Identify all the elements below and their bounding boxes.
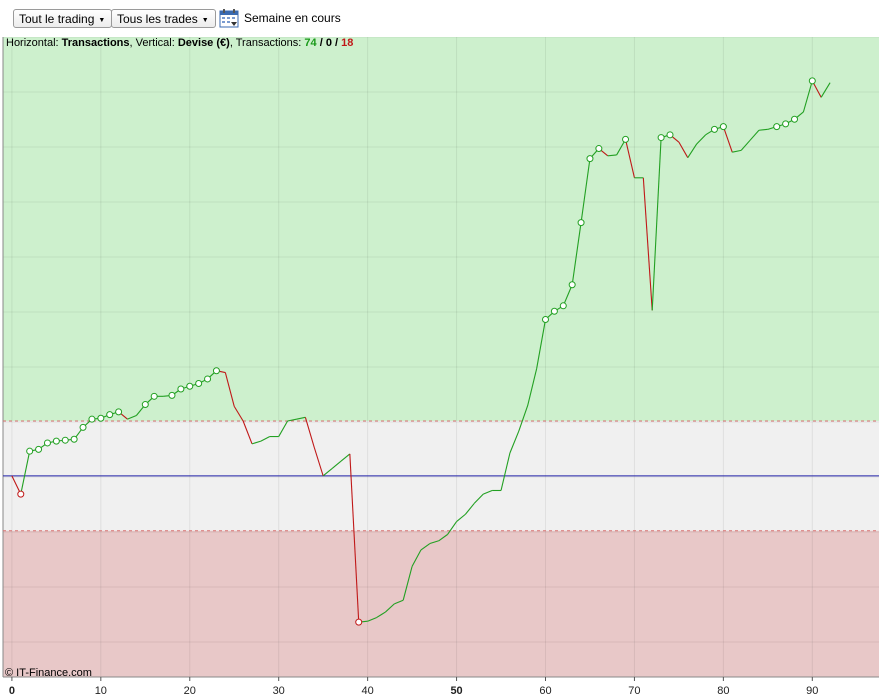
x-tick-label: 60 [539, 685, 551, 697]
data-point-marker [541, 316, 549, 324]
data-point-marker [355, 618, 363, 626]
period-label[interactable]: Semaine en cours [244, 11, 341, 25]
data-point-marker [595, 145, 603, 153]
data-point-marker [70, 435, 78, 443]
profit-zone [3, 37, 879, 421]
horizontal-label: Horizontal: [6, 37, 59, 49]
equity-chart: 0 10 20 30 40 50 60 70 80 90 [0, 37, 879, 698]
data-point-marker [88, 415, 96, 423]
x-tick-label: 40 [362, 685, 374, 697]
x-tick-label: 20 [184, 685, 196, 697]
vertical-value: Devise (€) [177, 37, 230, 49]
data-point-marker [559, 302, 567, 310]
data-point-marker [168, 391, 176, 399]
x-tick-label: 0 [9, 685, 15, 697]
data-point-marker [773, 123, 781, 131]
trades-filter-label: Tous les trades [117, 12, 198, 26]
trading-filter-label: Tout le trading [19, 12, 95, 26]
data-point-marker [577, 219, 585, 227]
data-point-marker [79, 423, 87, 431]
data-point-marker [61, 436, 69, 444]
data-point-marker [666, 131, 674, 139]
data-point-marker [177, 385, 185, 393]
data-point-marker [782, 120, 790, 128]
data-point-marker [212, 367, 220, 375]
x-tick-label: 70 [628, 685, 640, 697]
x-tick-label: 80 [717, 685, 729, 697]
data-point-marker [622, 135, 630, 143]
data-point-marker [43, 439, 51, 447]
trades-filter-dropdown[interactable]: Tous les trades ▼ [111, 9, 216, 28]
horizontal-value: Transactions [61, 37, 130, 49]
chevron-down-icon: ▼ [98, 17, 106, 24]
copyright-credit: © IT-Finance.com [5, 667, 92, 679]
data-point-marker [719, 123, 727, 131]
trading-filter-dropdown[interactable]: Tout le trading ▼ [13, 9, 113, 28]
data-point-marker [791, 115, 799, 123]
data-point-marker [808, 77, 816, 85]
data-point-marker [568, 281, 576, 289]
winning-count: 74 [304, 37, 317, 49]
x-tick-label: 30 [273, 685, 285, 697]
data-point-marker [52, 437, 60, 445]
toolbar: Tout le trading ▼ Tous les trades ▼ Semain… [0, 0, 879, 37]
x-tick-label: 90 [806, 685, 818, 697]
chart-info: Horizontal: Transactions, Vertical: Devi… [6, 37, 354, 49]
data-point-marker [35, 445, 43, 453]
data-point-marker [115, 408, 123, 416]
calendar-icon[interactable] [219, 9, 239, 28]
data-point-marker [204, 375, 212, 383]
transactions-label: Transactions: [235, 37, 302, 49]
data-point-marker [550, 307, 558, 315]
data-point-marker [195, 380, 203, 388]
chevron-down-icon: ▼ [201, 17, 209, 24]
data-point-marker [97, 414, 105, 422]
x-tick-label: 50 [450, 685, 462, 697]
data-point-marker [17, 490, 25, 498]
loss-zone [3, 530, 879, 677]
x-tick-label: 10 [95, 685, 107, 697]
data-point-marker [710, 125, 718, 133]
data-point-marker [26, 447, 34, 455]
data-point-marker [106, 411, 114, 419]
data-point-marker [586, 155, 594, 163]
data-point-marker [657, 134, 665, 142]
data-point-marker [186, 382, 194, 390]
losing-count: 18 [341, 37, 354, 49]
x-axis-band [0, 677, 879, 698]
data-point-marker [150, 392, 158, 400]
data-point-marker [141, 401, 149, 409]
vertical-label: Vertical: [135, 37, 175, 49]
